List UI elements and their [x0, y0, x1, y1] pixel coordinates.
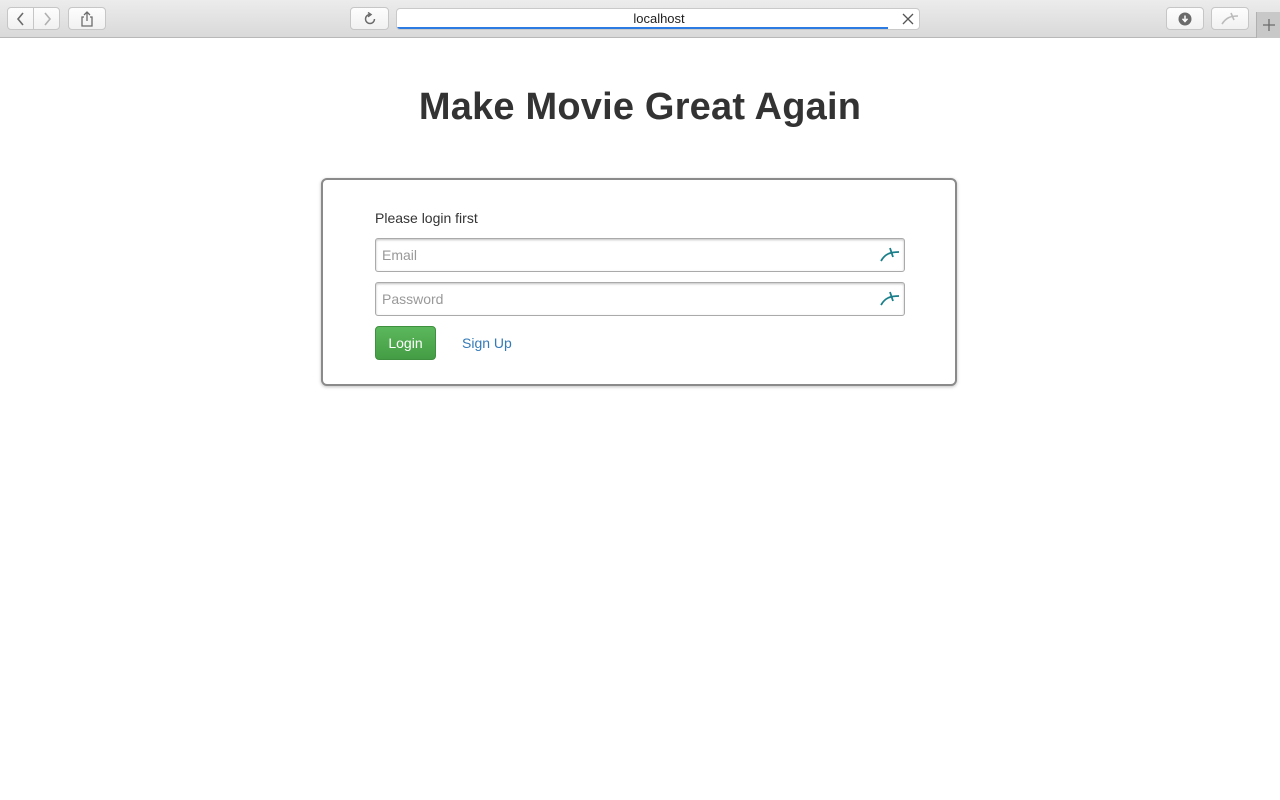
share-button[interactable] [68, 7, 106, 30]
password-key-icon [1221, 12, 1239, 24]
nav-buttons [7, 7, 60, 30]
password-field[interactable] [375, 282, 905, 316]
signup-link[interactable]: Sign Up [462, 335, 512, 351]
email-input[interactable] [376, 239, 866, 271]
share-icon [81, 10, 93, 27]
reload-button[interactable] [350, 7, 389, 30]
chevron-left-icon [16, 11, 24, 26]
forward-button[interactable] [33, 8, 59, 29]
login-panel: Please login first Login Sign Up [321, 178, 957, 386]
reload-icon [364, 11, 375, 24]
password-input[interactable] [376, 283, 866, 315]
back-button[interactable] [8, 8, 33, 29]
browser-toolbar: localhost [0, 0, 1280, 38]
login-prompt: Please login first [375, 210, 478, 226]
new-tab-button[interactable] [1256, 12, 1280, 38]
page-title: Make Movie Great Again [418, 86, 862, 128]
password-key-icon[interactable] [879, 247, 901, 263]
password-key-icon[interactable] [879, 291, 901, 307]
address-bar[interactable]: localhost [396, 8, 920, 30]
downloads-button[interactable] [1166, 7, 1204, 30]
download-icon [1178, 12, 1192, 25]
close-icon[interactable] [901, 12, 915, 26]
email-field[interactable] [375, 238, 905, 272]
page-load-progress [397, 27, 888, 29]
login-button[interactable]: Login [375, 326, 436, 360]
chevron-right-icon [44, 11, 51, 26]
url-text: localhost [633, 11, 685, 26]
plus-icon [1262, 19, 1275, 31]
extension-button[interactable] [1211, 7, 1249, 30]
